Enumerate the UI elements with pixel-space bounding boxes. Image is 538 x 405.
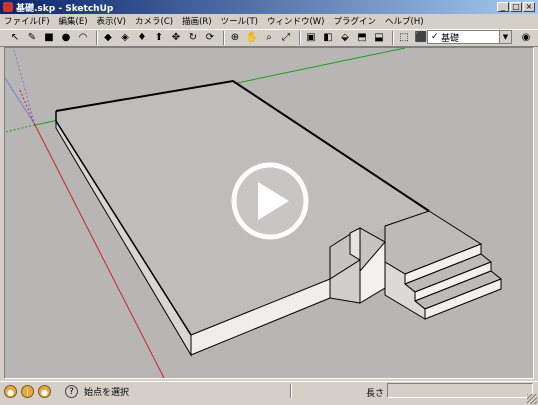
menu-item-4[interactable]: 描画(R) xyxy=(182,15,212,27)
circle-tool-icon[interactable]: ● xyxy=(59,31,73,45)
components-icon[interactable]: ▣ xyxy=(304,31,318,45)
title-bar: 基礎.skp - SketchUp _ □ × xyxy=(0,0,538,14)
measurement-input[interactable] xyxy=(387,383,533,398)
menu-item-5[interactable]: ツール(T) xyxy=(221,15,258,27)
user-icon[interactable]: ● xyxy=(38,385,51,398)
orbit-tool-icon[interactable]: ⊕ xyxy=(228,31,242,45)
menu-item-2[interactable]: 表示(V) xyxy=(97,15,126,27)
credits-icon[interactable]: i xyxy=(21,385,34,398)
maximize-button[interactable]: □ xyxy=(510,2,522,12)
materials-icon[interactable]: ◧ xyxy=(321,31,335,45)
model-canvas xyxy=(5,48,502,378)
front-view-icon[interactable]: ⬓ xyxy=(372,31,386,45)
arc-tool-icon[interactable]: ◠ xyxy=(76,31,90,45)
paint-bucket-tool-icon[interactable]: ♦ xyxy=(135,31,149,45)
move-tool-icon[interactable]: ✥ xyxy=(169,31,183,45)
select-tool-icon[interactable]: ↖ xyxy=(8,31,22,45)
rotate-tool-icon[interactable]: ↻ xyxy=(186,31,200,45)
offset-tool-icon[interactable]: ⟳ xyxy=(203,31,217,45)
menu-item-3[interactable]: カメラ(C) xyxy=(135,15,173,27)
blue-axis xyxy=(5,77,36,126)
resize-grip[interactable] xyxy=(527,394,537,404)
window-controls: _ □ × xyxy=(497,2,535,12)
menu-item-0[interactable]: ファイル(F) xyxy=(4,15,50,27)
menu-item-8[interactable]: ヘルプ(H) xyxy=(385,15,424,27)
status-message: 始点を選択 xyxy=(84,388,130,398)
top-view-icon[interactable]: ⬒ xyxy=(355,31,369,45)
rectangle-tool-icon[interactable]: ■ xyxy=(42,31,56,45)
status-divider xyxy=(290,384,292,398)
iso-view-icon[interactable]: ⬙ xyxy=(338,31,352,45)
layer-check-icon: ✓ xyxy=(431,32,439,42)
sketchup-app-icon xyxy=(3,2,13,12)
layer-manager-icon[interactable]: ◉ xyxy=(519,31,533,45)
pencil-tool-icon[interactable]: ✎ xyxy=(25,31,39,45)
push-pull-tool-icon[interactable]: ⬆ xyxy=(152,31,166,45)
toolbar-separator xyxy=(96,31,98,45)
toolbar-separator xyxy=(223,31,225,45)
eraser-tool-icon[interactable]: ◆ xyxy=(101,31,115,45)
help-icon[interactable]: ? xyxy=(65,385,78,398)
minimize-button[interactable]: _ xyxy=(497,2,509,12)
layer-name: 基礎 xyxy=(441,33,460,44)
window-title: 基礎.skp - SketchUp xyxy=(16,3,114,14)
share-model-icon[interactable]: ⬛ xyxy=(414,31,428,45)
dropdown-arrow-icon[interactable]: ▼ xyxy=(499,31,511,43)
menu-item-1[interactable]: 編集(E) xyxy=(59,15,88,27)
geo-location-icon[interactable]: ● xyxy=(4,385,17,398)
menu-item-7[interactable]: プラグイン xyxy=(334,15,377,27)
toolbar-separator xyxy=(392,31,394,45)
close-button[interactable]: × xyxy=(523,2,535,12)
pan-tool-icon[interactable]: ✋ xyxy=(245,31,259,45)
zoom-tool-icon[interactable]: ⌕ xyxy=(262,31,276,45)
layer-dropdown[interactable]: ✓ 基礎 ▼ xyxy=(427,30,512,44)
tape-measure-tool-icon[interactable]: ◈ xyxy=(118,31,132,45)
toolbar-separator xyxy=(299,31,301,45)
get-models-icon[interactable]: ⬚ xyxy=(397,31,411,45)
menu-bar: ファイル(F) 編集(E) 表示(V) カメラ(C) 描画(R) ツール(T) ウィンドウ(… xyxy=(0,14,538,28)
menu-item-6[interactable]: ウィンドウ(W) xyxy=(267,15,325,27)
model-viewport[interactable] xyxy=(4,47,534,379)
measurement-label: 長さ xyxy=(366,389,385,399)
zoom-extents-tool-icon[interactable]: ⤢ xyxy=(279,31,293,45)
